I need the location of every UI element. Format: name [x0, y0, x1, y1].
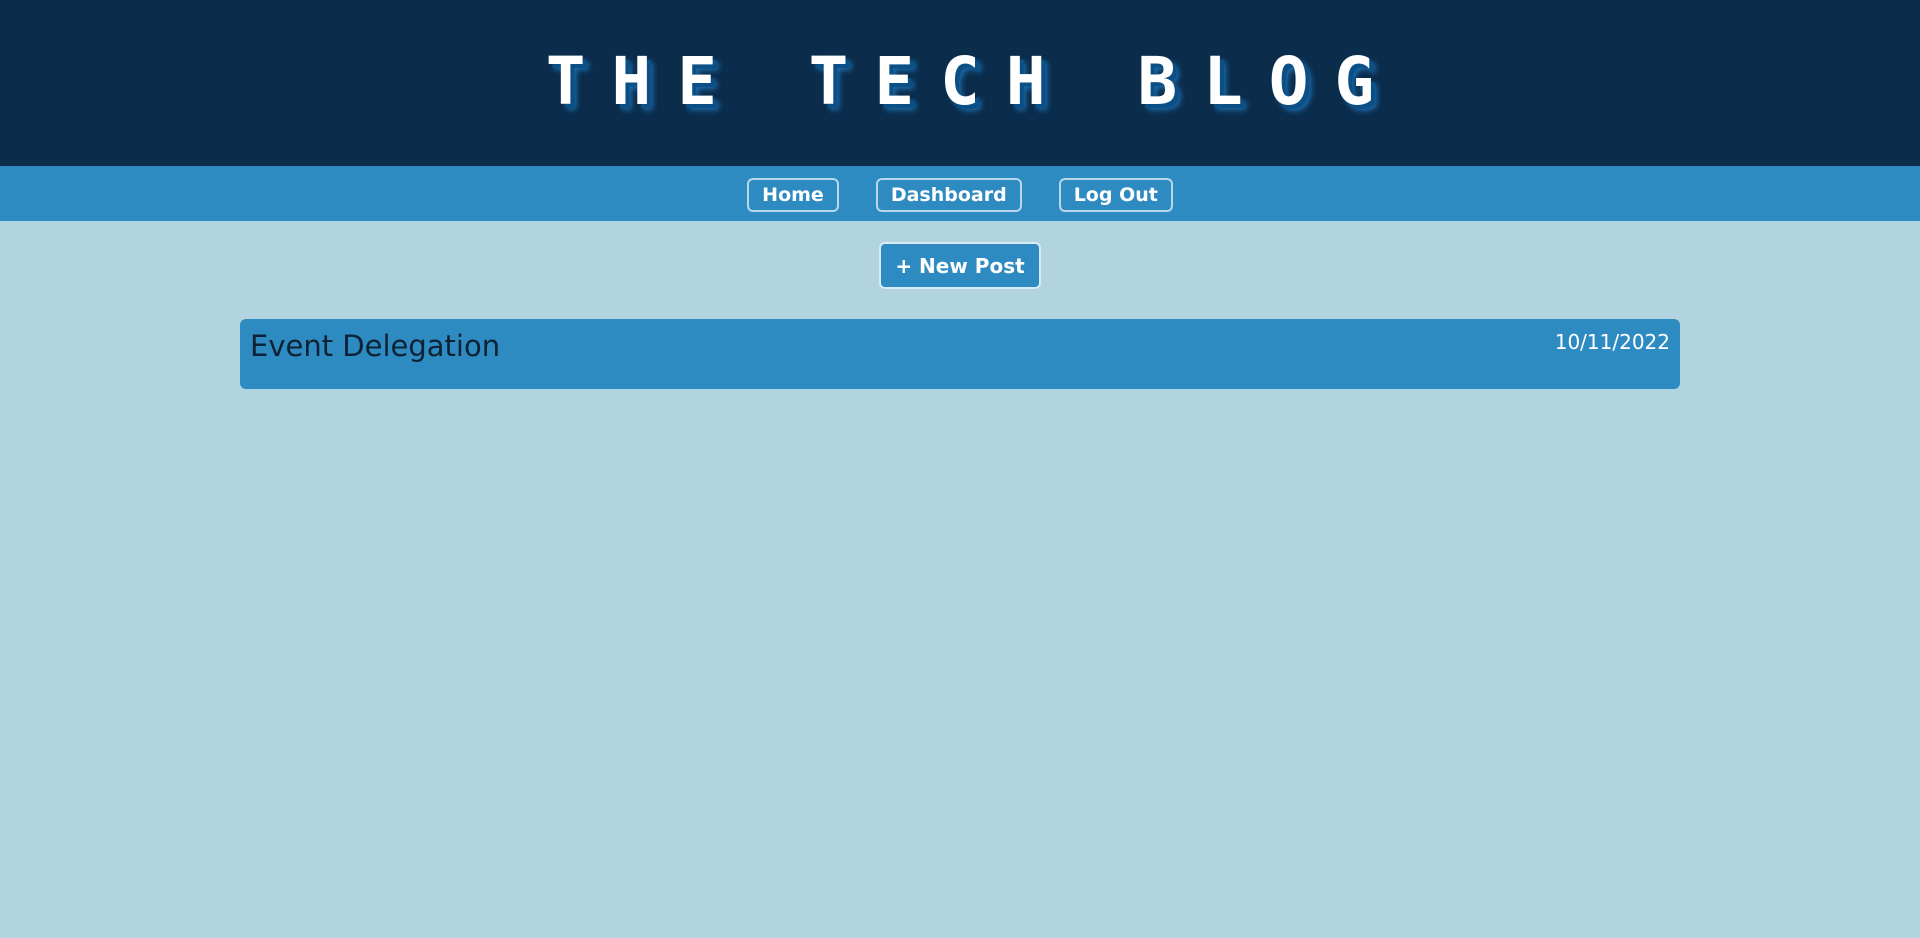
site-header: THE TECH BLOG [0, 0, 1920, 166]
post-title[interactable]: Event Delegation [250, 329, 500, 363]
nav-logout-button[interactable]: Log Out [1058, 177, 1173, 212]
nav-home-button[interactable]: Home [747, 177, 839, 212]
site-title: THE TECH BLOG [545, 43, 1401, 120]
post-date: 10/11/2022 [1554, 330, 1670, 354]
nav-bar: Home Dashboard Log Out [0, 166, 1920, 221]
dashboard-main: + New Post Event Delegation 10/11/2022 [0, 221, 1920, 389]
nav-dashboard-button[interactable]: Dashboard [875, 177, 1022, 212]
post-card[interactable]: Event Delegation 10/11/2022 [240, 319, 1680, 389]
new-post-container: + New Post [0, 221, 1920, 289]
new-post-button[interactable]: + New Post [879, 242, 1041, 289]
